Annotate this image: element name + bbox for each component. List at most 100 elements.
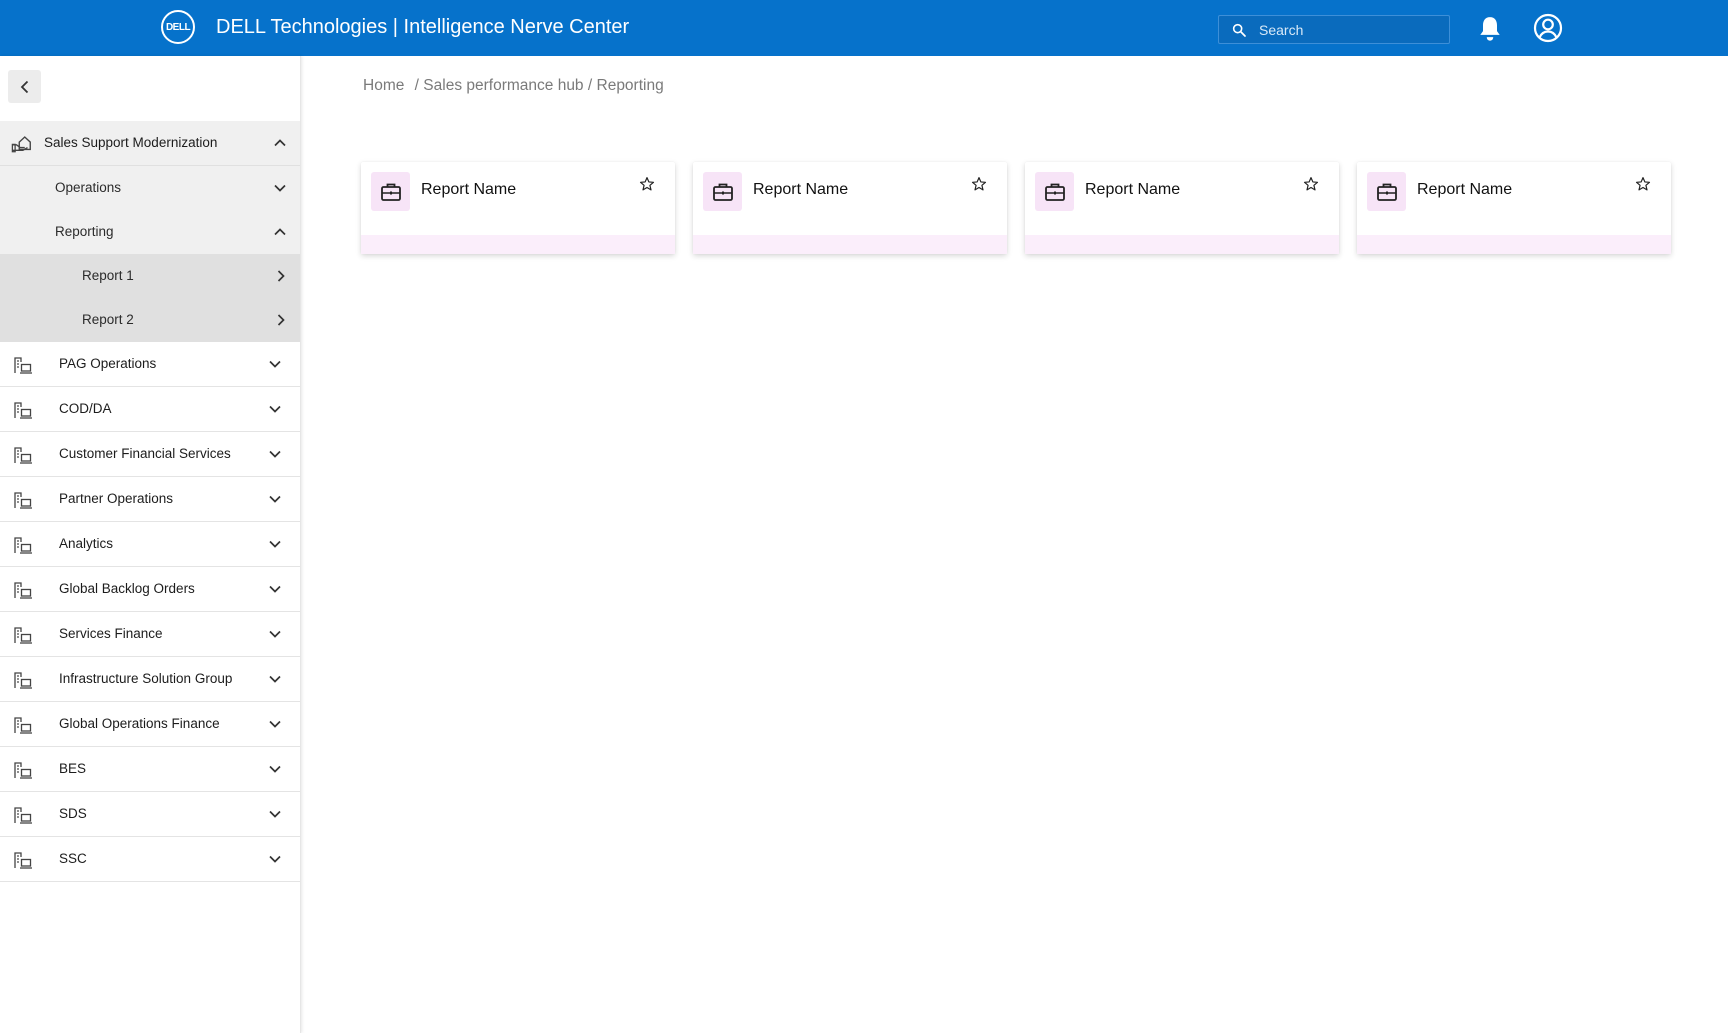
breadcrumb: Home / Sales performance hub / Reporting [363,77,664,95]
sidebar-item-ssc[interactable]: SSC [0,837,300,882]
building-computer-icon [14,447,32,464]
chevron-down-icon [269,405,281,413]
sidebar-item-label: COD/DA [59,401,112,416]
building-computer-icon [14,357,32,374]
notification-bell-icon[interactable] [1477,15,1503,43]
hand-house-icon [11,136,31,153]
sidebar: Sales Support Modernization Operations R… [0,56,301,1033]
sidebar-item-label: SSC [59,851,87,866]
sidebar-subitem-label: Reporting [55,224,114,239]
chevron-down-icon [269,810,281,818]
chevron-down-icon [269,360,281,368]
sidebar-item-label: Global Operations Finance [59,716,220,731]
sidebar-item-label: BES [59,761,87,776]
sidebar-item-label: Partner Operations [59,491,174,506]
search-icon [1232,23,1246,37]
sidebar-report-label: Report 2 [82,312,134,327]
building-computer-icon [14,627,32,644]
breadcrumb-current: Reporting [596,77,664,94]
search-input[interactable] [1259,16,1445,43]
sidebar-report-2[interactable]: Report 2 [0,298,300,342]
sidebar-item-global-operations-finance[interactable]: Global Operations Finance [0,702,300,747]
account-icon[interactable] [1533,13,1563,43]
favorite-star-icon[interactable] [639,176,655,192]
collapse-sidebar-button[interactable] [8,70,41,103]
report-card-footer [1025,235,1339,254]
report-icon-tile [1367,172,1406,211]
search-box[interactable] [1218,15,1450,44]
briefcase-icon [1044,183,1065,201]
sidebar-item-global-backlog-orders[interactable]: Global Backlog Orders [0,567,300,612]
chevron-right-icon [277,270,285,282]
building-computer-icon [14,717,32,734]
sidebar-subitem-label: Operations [55,180,122,195]
report-icon-tile [703,172,742,211]
favorite-star-icon[interactable] [1303,176,1319,192]
briefcase-icon [1376,183,1397,201]
chevron-down-icon [269,675,281,683]
sidebar-item-pag-operations[interactable]: PAG Operations [0,342,300,387]
chevron-down-icon [269,720,281,728]
sidebar-item-label: SDS [59,806,87,821]
building-computer-icon [14,582,32,599]
app-title: DELL Technologies | Intelligence Nerve C… [216,16,630,38]
report-card-title: Report Name [421,181,517,198]
report-card-title: Report Name [753,181,849,198]
sidebar-item-label: Infrastructure Solution Group [59,671,233,686]
building-computer-icon [14,537,32,554]
favorite-star-icon[interactable] [1635,176,1651,192]
chevron-down-icon [269,855,281,863]
chevron-down-icon [269,585,281,593]
sidebar-report-1[interactable]: Report 1 [0,254,300,298]
report-card-footer [693,235,1007,254]
building-computer-icon [14,492,32,509]
sidebar-item-partner-operations[interactable]: Partner Operations [0,477,300,522]
report-card-title: Report Name [1417,181,1513,198]
sidebar-item-customer-financial-services[interactable]: Customer Financial Services [0,432,300,477]
sidebar-item-label: Global Backlog Orders [59,581,195,596]
sidebar-item-analytics[interactable]: Analytics [0,522,300,567]
dell-logo[interactable]: DELL [161,10,195,44]
favorite-star-icon[interactable] [971,176,987,192]
sidebar-subitem-reporting[interactable]: Reporting [0,210,300,255]
building-computer-icon [14,852,32,869]
building-computer-icon [14,762,32,779]
report-card-footer [1357,235,1671,254]
sidebar-group-label: Sales Support Modernization [44,135,218,150]
report-icon-tile [371,172,410,211]
sidebar-item-cod-da[interactable]: COD/DA [0,387,300,432]
sidebar-subitem-operations[interactable]: Operations [0,166,300,210]
report-icon-tile [1035,172,1074,211]
report-card[interactable]: Report Name [361,162,675,254]
briefcase-icon [712,183,733,201]
chevron-down-icon [269,540,281,548]
sidebar-item-sds[interactable]: SDS [0,792,300,837]
sidebar-item-services-finance[interactable]: Services Finance [0,612,300,657]
building-computer-icon [14,807,32,824]
breadcrumb-sales-performance-hub[interactable]: Sales performance hub [423,77,583,94]
chevron-down-icon [269,630,281,638]
sidebar-item-label: PAG Operations [59,356,157,371]
breadcrumb-separator: / [414,77,419,94]
chevron-down-icon [269,765,281,773]
chevron-up-icon [274,139,286,147]
chevron-down-icon [269,495,281,503]
chevron-down-icon [269,450,281,458]
top-bar: DELL DELL Technologies | Intelligence Ne… [0,0,1728,56]
report-card[interactable]: Report Name [693,162,1007,254]
chevron-left-icon [20,80,28,93]
chevron-right-icon [277,314,285,326]
building-computer-icon [14,672,32,689]
sidebar-item-label: Customer Financial Services [59,446,231,461]
breadcrumb-separator: / [587,77,593,94]
sidebar-item-label: Analytics [59,536,114,551]
sidebar-group-sales-support-modernization[interactable]: Sales Support Modernization [0,121,300,166]
sidebar-item-label: Services Finance [59,626,163,641]
sidebar-item-bes[interactable]: BES [0,747,300,792]
report-card[interactable]: Report Name [1357,162,1671,254]
report-card[interactable]: Report Name [1025,162,1339,254]
breadcrumb-home[interactable]: Home [363,77,404,94]
sidebar-item-infrastructure-solution-group[interactable]: Infrastructure Solution Group [0,657,300,702]
briefcase-icon [380,183,401,201]
chevron-up-icon [274,228,286,236]
